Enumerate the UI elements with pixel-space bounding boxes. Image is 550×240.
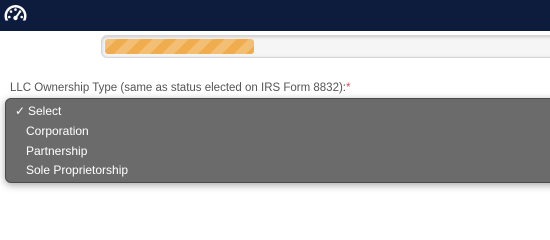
- option-label: Partnership: [26, 144, 88, 158]
- option-sole-proprietorship[interactable]: Sole Proprietorship: [14, 160, 128, 180]
- progress-fill: [105, 39, 254, 54]
- option-label: Select: [28, 104, 62, 118]
- option-partnership[interactable]: Partnership: [14, 141, 87, 161]
- option-corporation[interactable]: Corporation: [14, 121, 89, 141]
- ownership-type-dropdown[interactable]: ✓ Select Corporation Partnership Sole Pro…: [5, 98, 550, 183]
- top-bar: [0, 0, 550, 31]
- ownership-type-label-text: LLC Ownership Type (same as status elect…: [10, 82, 346, 94]
- speedometer-icon[interactable]: [3, 3, 28, 28]
- option-select[interactable]: ✓ Select: [14, 101, 61, 121]
- option-label: Sole Proprietorship: [26, 163, 129, 177]
- progress-bar: [101, 35, 550, 58]
- required-marker: *: [346, 82, 351, 94]
- option-label: Corporation: [26, 124, 89, 138]
- ownership-type-label: LLC Ownership Type (same as status elect…: [10, 82, 350, 94]
- checkmark-icon: ✓: [14, 104, 26, 118]
